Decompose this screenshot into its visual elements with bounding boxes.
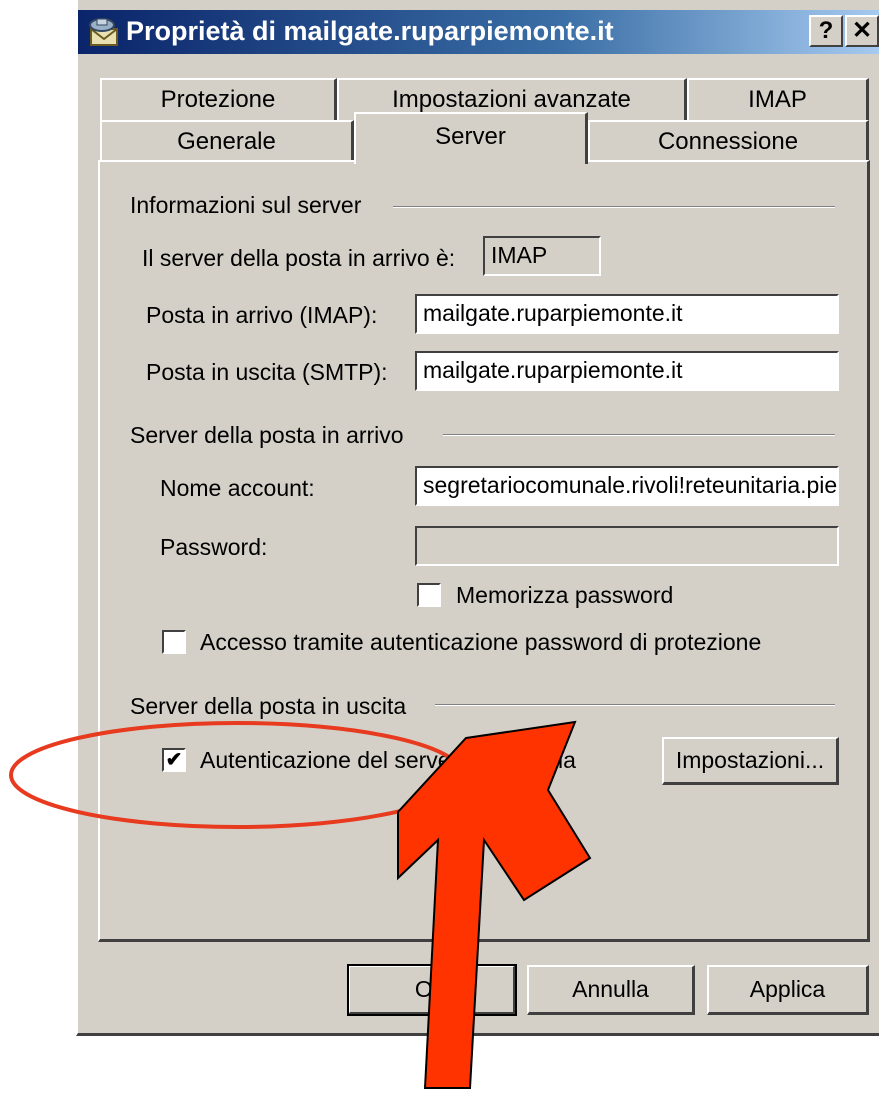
incoming-group-divider: [443, 434, 835, 436]
tab-connessione[interactable]: Connessione: [588, 120, 869, 162]
incoming-server-type-value: IMAP: [483, 236, 601, 276]
tab-generale[interactable]: Generale: [100, 120, 354, 162]
outgoing-settings-button[interactable]: Impostazioni...: [662, 737, 839, 785]
mail-account-icon: [89, 18, 118, 46]
tab-server[interactable]: Server: [354, 112, 588, 164]
incoming-server-label: Posta in arrivo (IMAP):: [146, 302, 378, 328]
spa-checkbox[interactable]: [162, 630, 186, 654]
help-button[interactable]: ?: [809, 15, 843, 47]
server-auth-checkbox[interactable]: ✔: [162, 748, 186, 772]
tab-protezione[interactable]: Protezione: [100, 78, 337, 120]
remember-password-checkbox[interactable]: [417, 583, 441, 607]
tab-imap[interactable]: IMAP: [687, 78, 869, 120]
outgoing-server-field[interactable]: mailgate.ruparpiemonte.it: [415, 351, 839, 391]
outgoing-group-label: Server della posta in uscita: [130, 693, 407, 719]
account-name-label: Nome account:: [160, 475, 315, 501]
spa-label: Accesso tramite autenticazione password …: [200, 629, 762, 655]
ok-button[interactable]: OK: [347, 964, 517, 1016]
incoming-server-type-label: Il server della posta in arrivo è:: [142, 245, 456, 271]
window-title: Proprietà di mailgate.ruparpiemonte.it: [126, 16, 614, 46]
remember-password-label: Memorizza password: [456, 582, 674, 608]
server-info-divider: [393, 206, 835, 208]
apply-button[interactable]: Applica: [707, 965, 869, 1015]
outgoing-group-divider: [435, 704, 835, 706]
account-name-field[interactable]: segretariocomunale.rivoli!reteunitaria.p…: [415, 466, 839, 506]
password-label: Password:: [160, 534, 268, 560]
server-info-group-label: Informazioni sul server: [130, 192, 362, 218]
close-button[interactable]: ✕: [845, 15, 879, 47]
incoming-server-field[interactable]: mailgate.ruparpiemonte.it: [415, 294, 839, 334]
cancel-button[interactable]: Annulla: [527, 965, 695, 1015]
server-auth-label: Autenticazione del server necessaria: [200, 747, 576, 773]
outgoing-server-label: Posta in uscita (SMTP):: [146, 359, 388, 385]
properties-dialog: Proprietà di mailgate.ruparpiemonte.it ?…: [76, 0, 879, 1036]
title-bar: Proprietà di mailgate.ruparpiemonte.it ?…: [78, 10, 879, 54]
incoming-group-label: Server della posta in arrivo: [130, 422, 404, 448]
password-field[interactable]: [415, 526, 839, 566]
